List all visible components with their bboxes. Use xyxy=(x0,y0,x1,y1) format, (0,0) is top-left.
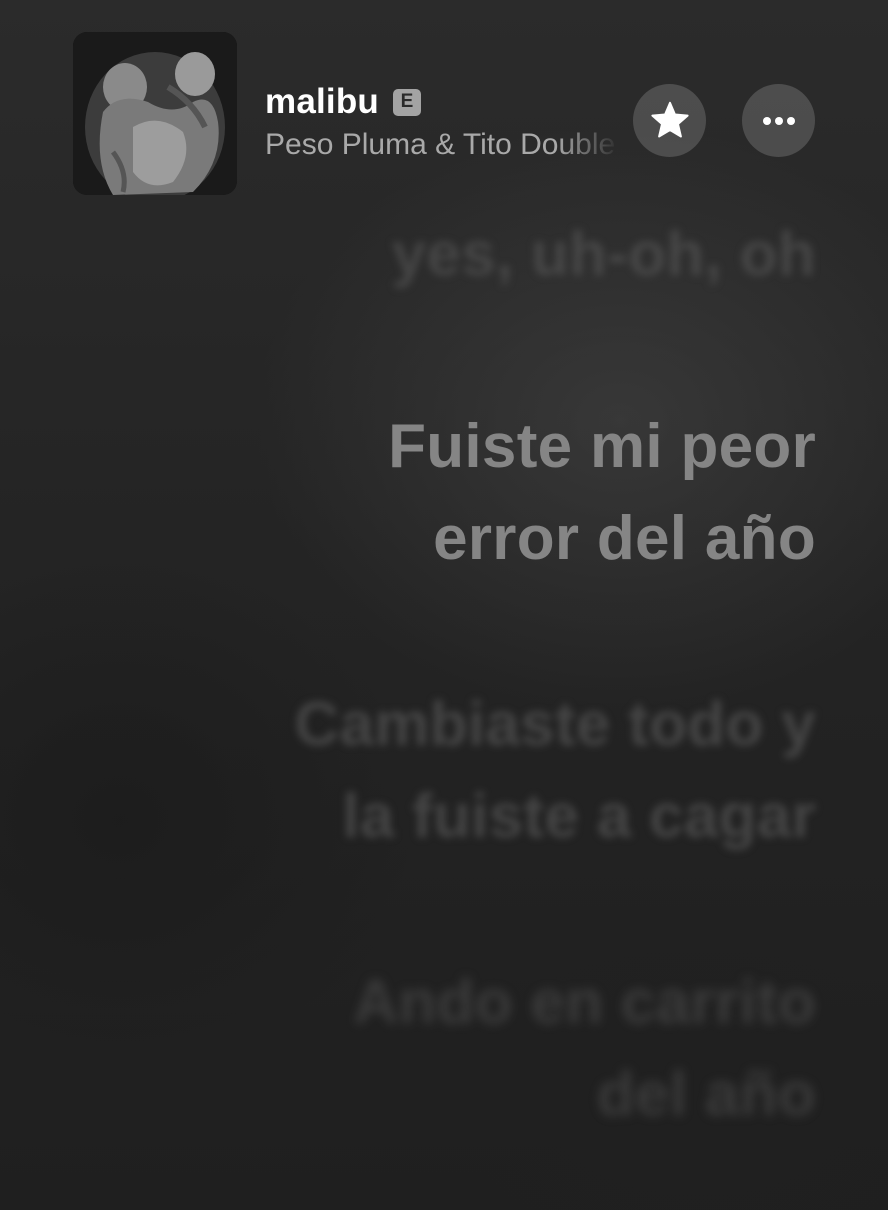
lyric-text-line-1: Fuiste mi peor xyxy=(388,412,816,481)
lyric-line-next[interactable]: Cambiaste todo y la fuiste a cagar xyxy=(176,679,816,863)
more-options-button[interactable] xyxy=(742,84,815,157)
lyrics-view[interactable]: yes, uh-oh, oh Fuiste mi peor error del … xyxy=(176,215,816,1141)
lyric-text: yes, uh-oh, oh xyxy=(391,220,816,289)
lyric-line-current[interactable]: Fuiste mi peor error del año xyxy=(176,401,816,585)
lyric-text-line-1: Cambiaste todo y xyxy=(294,690,816,759)
lyric-line-upcoming[interactable]: Ando en carrito del año xyxy=(176,957,816,1141)
lyric-line-previous[interactable]: yes, uh-oh, oh xyxy=(176,215,816,295)
ellipsis-icon xyxy=(762,116,795,125)
lyric-text-line-1: Ando en carrito xyxy=(353,968,816,1037)
lyric-text-line-2: del año xyxy=(596,1060,816,1129)
title-row: malibu E xyxy=(265,80,620,124)
album-artwork[interactable] xyxy=(73,32,237,195)
lyric-text-line-2: error del año xyxy=(433,504,816,573)
track-info[interactable]: malibu E Peso Pluma & Tito Double P xyxy=(265,80,620,162)
artwork-image xyxy=(73,32,237,195)
explicit-badge: E xyxy=(393,88,421,116)
track-title: malibu xyxy=(265,82,379,121)
track-artist[interactable]: Peso Pluma & Tito Double P xyxy=(265,128,620,162)
now-playing-header: malibu E Peso Pluma & Tito Double P xyxy=(0,0,888,220)
star-icon xyxy=(650,101,689,137)
favorite-button[interactable] xyxy=(633,84,706,157)
lyric-text-line-2: la fuiste a cagar xyxy=(342,782,816,851)
